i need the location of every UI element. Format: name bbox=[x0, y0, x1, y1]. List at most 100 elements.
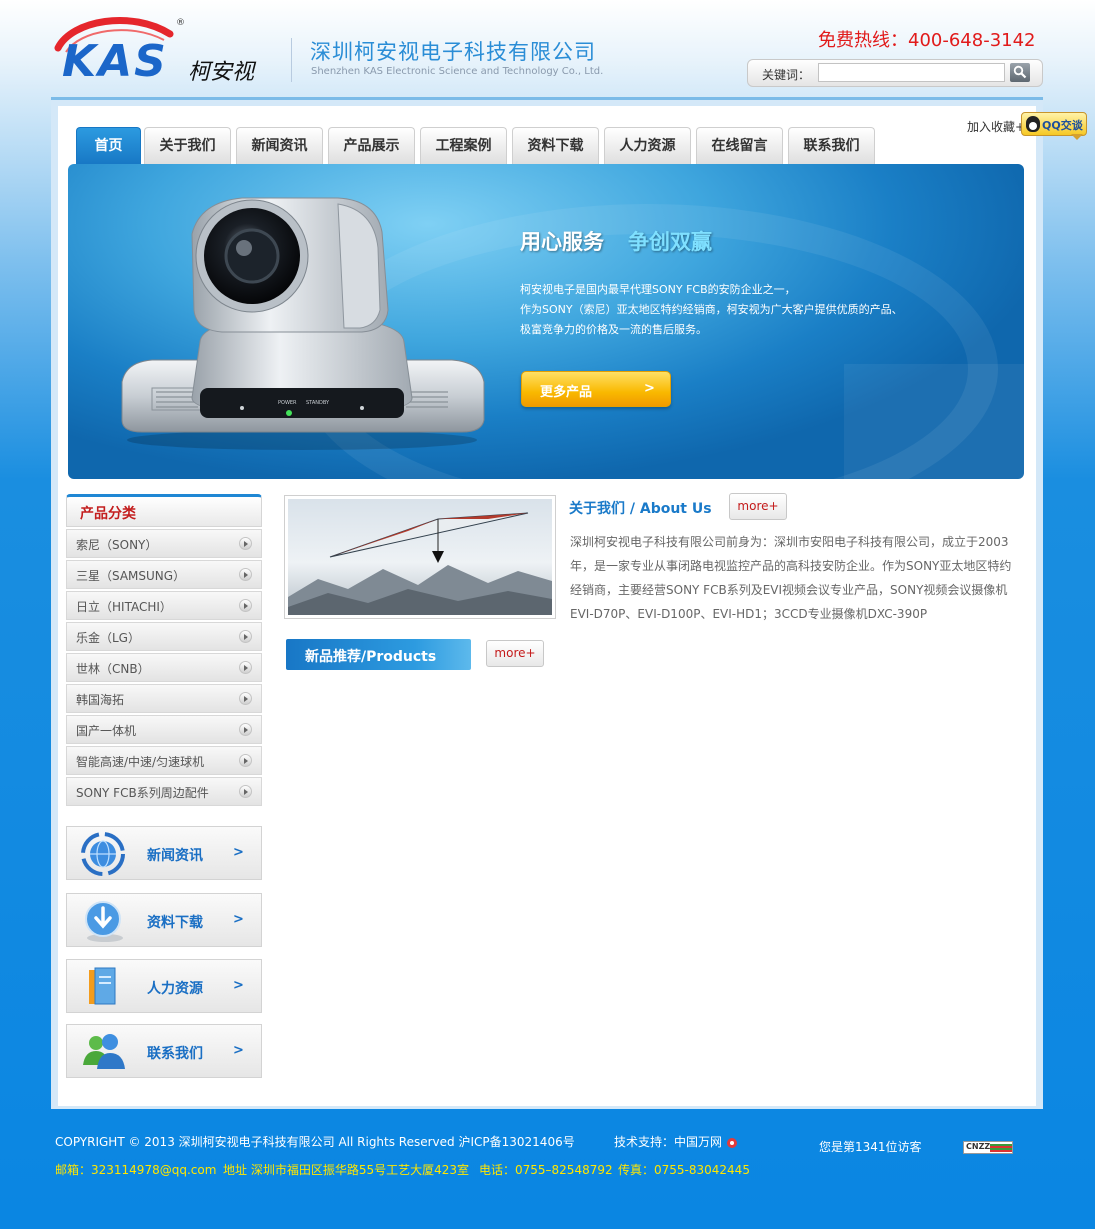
sidebar-link-label: 新闻资讯 bbox=[147, 848, 203, 864]
nav-message[interactable]: 在线留言 bbox=[696, 127, 783, 165]
add-favorite-link[interactable]: 加入收藏+ bbox=[967, 118, 1025, 135]
nav-home[interactable]: 首页 bbox=[76, 127, 141, 165]
category-item-lg[interactable]: 乐金（LG） bbox=[66, 622, 262, 651]
sidebar-link-label: 联系我们 bbox=[147, 1046, 203, 1062]
about-text-line: 深圳柯安视电子科技有限公司前身为：深圳市安阳电子科技有限公司，成立于2003 bbox=[570, 535, 1009, 549]
qq-chat-button[interactable]: QQ交谈 bbox=[1021, 112, 1087, 140]
kas-logo[interactable]: ® KAS 柯安视 bbox=[52, 14, 282, 87]
qq-bubble-tail bbox=[1071, 134, 1083, 140]
header-divider bbox=[291, 38, 292, 82]
company-name-en: Shenzhen KAS Electronic Science and Tech… bbox=[311, 66, 604, 77]
qq-badge: QQ交谈 bbox=[1021, 112, 1087, 136]
nav-products[interactable]: 产品展示 bbox=[328, 127, 415, 165]
category-item-korea-haituo[interactable]: 韩国海拓 bbox=[66, 684, 262, 713]
sidebar-link-downloads[interactable]: 资料下载 > bbox=[66, 893, 262, 947]
footer-copyright: COPYRIGHT © 2013 深圳柯安视电子科技有限公司 All Right… bbox=[55, 1135, 575, 1149]
category-item-fcb-accessories[interactable]: SONY FCB系列周边配件 bbox=[66, 777, 262, 806]
more-products-button[interactable]: 更多产品 > bbox=[521, 371, 671, 407]
category-title: 产品分类 bbox=[80, 506, 136, 522]
about-more-button[interactable]: more+ bbox=[729, 493, 787, 520]
chevron-right-icon: > bbox=[233, 845, 244, 860]
about-text-line: 经销商，主要经营SONY FCB系列及EVI视频会议专业产品，SONY视频会议摄… bbox=[570, 583, 1008, 597]
footer-visitor-count: 您是第1341位访客 bbox=[819, 1140, 922, 1154]
globe-icon bbox=[81, 832, 125, 876]
arrow-right-icon bbox=[239, 754, 252, 767]
category-label: 乐金（LG） bbox=[76, 631, 140, 645]
sidebar-link-label: 人力资源 bbox=[147, 981, 203, 997]
category-label: 智能高速/中速/匀速球机 bbox=[76, 755, 205, 769]
arrow-right-icon bbox=[239, 785, 252, 798]
chevron-right-icon: > bbox=[233, 1043, 244, 1058]
products-header: 新品推荐/Products bbox=[286, 639, 471, 670]
about-text-line: EVI-D70P、EVI-D100P、EVI-HD1；3CCD专业摄像机DXC-… bbox=[570, 607, 928, 621]
banner-text-line: 作为SONY（索尼）亚太地区特约经销商，柯安视为广大客户提供优质的产品、 bbox=[520, 303, 903, 316]
nav-contact[interactable]: 联系我们 bbox=[788, 127, 875, 165]
cnzz-counter-badge[interactable]: CNZZ bbox=[963, 1141, 1013, 1154]
nav-about[interactable]: 关于我们 bbox=[144, 127, 231, 165]
category-item-hitachi[interactable]: 日立（HITACHI） bbox=[66, 591, 262, 620]
sidebar-link-news[interactable]: 新闻资讯 > bbox=[66, 826, 262, 880]
category-label: 韩国海拓 bbox=[76, 693, 125, 707]
banner-text-line: 极富竞争力的价格及一流的售后服务。 bbox=[520, 323, 707, 336]
download-icon bbox=[85, 901, 123, 942]
nav-cases[interactable]: 工程案例 bbox=[420, 127, 507, 165]
chevron-right-icon: > bbox=[233, 978, 244, 993]
power-label: POWER bbox=[278, 400, 297, 406]
arrow-right-icon bbox=[239, 599, 252, 612]
arrow-right-icon bbox=[239, 723, 252, 736]
arrow-right-icon bbox=[239, 537, 252, 550]
arrow-right-icon bbox=[239, 630, 252, 643]
logo-text: KAS bbox=[62, 36, 168, 87]
sidebar-link-contact[interactable]: 联系我们 > bbox=[66, 1024, 262, 1078]
chevron-right-icon: > bbox=[233, 912, 244, 927]
hotline: 免费热线：400-648-3142 bbox=[818, 30, 1036, 51]
tech-support-label: 技术支持：中国万网 bbox=[614, 1135, 723, 1149]
nav-hr[interactable]: 人力资源 bbox=[604, 127, 691, 165]
products-more-button[interactable]: more+ bbox=[486, 640, 544, 667]
footer-tech-support[interactable]: 技术支持：中国万网 bbox=[614, 1133, 738, 1150]
standby-label: STANDBY bbox=[306, 400, 330, 406]
cnzz-label: CNZZ bbox=[966, 1142, 991, 1151]
about-title: 关于我们 / About Us bbox=[569, 501, 712, 517]
qq-penguin-icon bbox=[1026, 116, 1040, 132]
search-button[interactable] bbox=[1010, 63, 1030, 82]
hero-banner: POWER STANDBY 用心服务 争创双赢 柯安视电子是国内最早代理SONY… bbox=[68, 164, 1024, 479]
footer-address: 地址 深圳市福田区振华路55号工艺大厦423室 bbox=[223, 1163, 469, 1177]
nav-downloads[interactable]: 资料下载 bbox=[512, 127, 599, 165]
sidebar-link-hr[interactable]: 人力资源 > bbox=[66, 959, 262, 1013]
arrow-right-icon bbox=[239, 568, 252, 581]
category-label: 世林（CNB） bbox=[76, 662, 150, 676]
sidebar-link-label: 资料下载 bbox=[147, 915, 203, 931]
footer-phone: 电话：0755–82548792 bbox=[479, 1163, 613, 1177]
about-text-line: 年，是一家专业从事闭路电视监控产品的高科技安防企业。作为SONY亚太地区特约 bbox=[570, 559, 1012, 573]
footer-email: 邮箱：323114978@qq.com bbox=[55, 1163, 217, 1177]
main-frame: 首页 关于我们 新闻资讯 产品展示 工程案例 资料下载 人力资源 在线留言 联系… bbox=[51, 97, 1087, 1109]
cnzz-bars-icon bbox=[990, 1144, 1012, 1152]
nav-news[interactable]: 新闻资讯 bbox=[236, 127, 323, 165]
banner-title-accent: 争创双赢 bbox=[628, 230, 712, 254]
arrow-right-icon bbox=[239, 692, 252, 705]
category-label: 国产一体机 bbox=[76, 724, 137, 738]
registered-mark: ® bbox=[176, 18, 185, 28]
wanwang-logo-icon bbox=[726, 1137, 737, 1148]
category-item-sony[interactable]: 索尼（SONY） bbox=[66, 529, 262, 558]
more-products-label: 更多产品 bbox=[540, 385, 593, 400]
category-item-domestic[interactable]: 国产一体机 bbox=[66, 715, 262, 744]
banner-decor-shape bbox=[844, 364, 1024, 479]
footer-fax: 传真：0755-83042445 bbox=[618, 1163, 750, 1177]
search-input[interactable] bbox=[818, 63, 1005, 82]
about-photo bbox=[284, 495, 556, 619]
category-item-cnb[interactable]: 世林（CNB） bbox=[66, 653, 262, 682]
ptz-camera-image: POWER STANDBY bbox=[121, 197, 485, 450]
category-item-samsung[interactable]: 三星（SAMSUNG） bbox=[66, 560, 262, 589]
search-label: 关键词： bbox=[762, 68, 811, 82]
category-item-speed-dome[interactable]: 智能高速/中速/匀速球机 bbox=[66, 746, 262, 775]
magnifier-icon bbox=[1013, 65, 1027, 79]
chevron-right-icon: > bbox=[644, 381, 655, 396]
category-label: 日立（HITACHI） bbox=[76, 600, 172, 614]
arrow-right-icon bbox=[239, 661, 252, 674]
hang-glider-image bbox=[288, 512, 552, 615]
banner-title-main: 用心服务 bbox=[520, 230, 604, 254]
main-content: 首页 关于我们 新闻资讯 产品展示 工程案例 资料下载 人力资源 在线留言 联系… bbox=[58, 106, 1087, 1106]
category-header: 产品分类 bbox=[66, 494, 262, 527]
